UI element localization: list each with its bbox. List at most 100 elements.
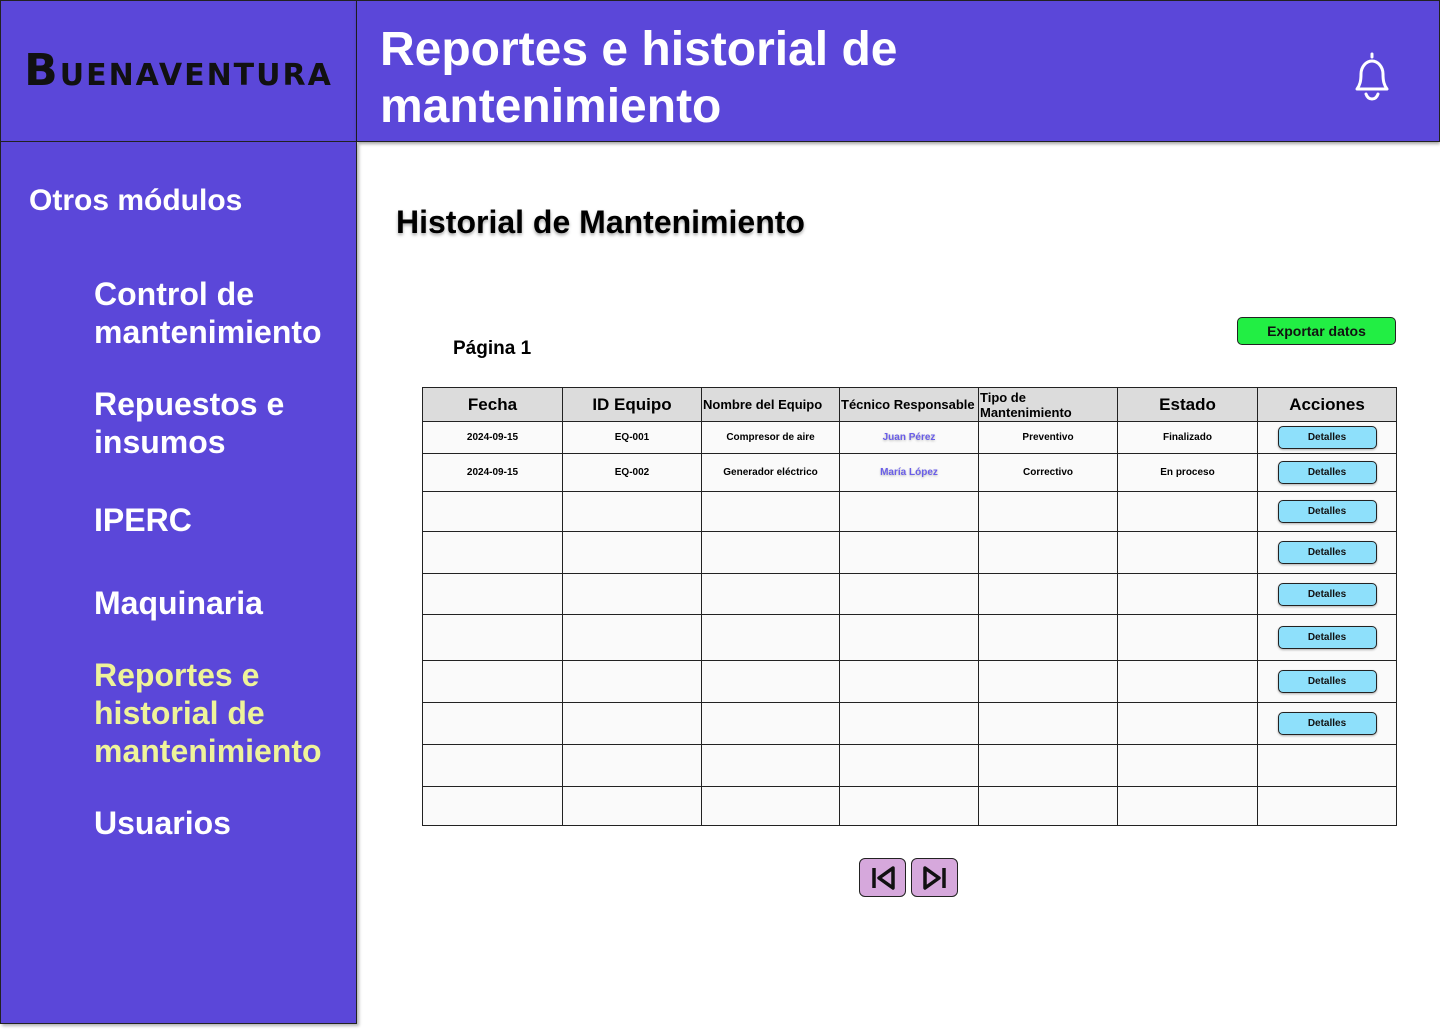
empty-cell xyxy=(978,702,1118,745)
empty-cell xyxy=(1117,702,1258,745)
empty-cell xyxy=(1117,786,1258,826)
cell-acciones: Detalles xyxy=(1257,660,1397,703)
column-header-tipo-mantenimiento: Tipo de Mantenimiento xyxy=(978,387,1118,422)
empty-cell xyxy=(1257,786,1397,826)
table-row: 2024-09-15 EQ-001 Compresor de aire Juan… xyxy=(422,421,1397,454)
cell-acciones: Detalles xyxy=(1257,453,1397,492)
empty-cell xyxy=(839,786,979,826)
sidebar-item-control-mantenimiento[interactable]: Control de mantenimiento xyxy=(94,275,344,351)
empty-cell xyxy=(422,660,563,703)
column-header-estado: Estado xyxy=(1117,387,1258,422)
empty-cell xyxy=(839,744,979,787)
empty-cell xyxy=(701,786,840,826)
empty-cell xyxy=(1117,744,1258,787)
details-button[interactable]: Detalles xyxy=(1277,582,1377,606)
table-row: Detalles xyxy=(422,614,1397,661)
empty-cell xyxy=(978,786,1118,826)
cell-estado: Finalizado xyxy=(1117,421,1258,454)
skip-last-icon xyxy=(922,865,946,890)
empty-cell xyxy=(978,531,1118,574)
sidebar-item-repuestos-insumos[interactable]: Repuestos e insumos xyxy=(94,385,344,461)
page-header-title: Reportes e historial de mantenimiento xyxy=(380,23,898,133)
empty-cell xyxy=(701,744,840,787)
logo-initial: B xyxy=(24,45,60,96)
brand-logo: BUENAVENTURA xyxy=(0,0,357,142)
empty-cell xyxy=(1117,573,1258,615)
empty-cell xyxy=(701,660,840,703)
empty-cell xyxy=(978,660,1118,703)
page-indicator: Página 1 xyxy=(453,338,532,359)
table-row xyxy=(422,786,1397,826)
sidebar-heading: Otros módulos xyxy=(29,184,243,217)
details-button[interactable]: Detalles xyxy=(1277,712,1377,735)
column-header-tecnico: Técnico Responsable xyxy=(839,387,979,422)
empty-cell xyxy=(562,573,702,615)
empty-cell xyxy=(422,573,563,615)
empty-cell xyxy=(562,702,702,745)
details-button[interactable]: Detalles xyxy=(1277,670,1377,693)
bell-icon[interactable] xyxy=(1349,51,1395,101)
sidebar-item-reportes-historial[interactable]: Reportes e historial de mantenimiento xyxy=(94,656,344,770)
cell-acciones: Detalles xyxy=(1257,531,1397,574)
empty-cell xyxy=(1117,614,1258,661)
cell-tecnico[interactable]: María López xyxy=(839,453,979,492)
table-row xyxy=(422,744,1397,787)
table-row: Detalles xyxy=(422,491,1397,532)
cell-nombre-equipo: Generador eléctrico xyxy=(701,453,840,492)
empty-cell xyxy=(562,531,702,574)
empty-cell xyxy=(1117,491,1258,532)
empty-cell xyxy=(562,491,702,532)
empty-cell xyxy=(422,702,563,745)
table-row: 2024-09-15 EQ-002 Generador eléctrico Ma… xyxy=(422,453,1397,492)
sidebar: Otros módulos Control de mantenimiento R… xyxy=(0,142,357,1024)
empty-cell xyxy=(422,531,563,574)
empty-cell xyxy=(562,660,702,703)
cell-acciones: Detalles xyxy=(1257,614,1397,661)
empty-cell xyxy=(701,491,840,532)
maintenance-table: Fecha ID Equipo Nombre del Equipo Técnic… xyxy=(422,387,1397,826)
empty-cell xyxy=(839,702,979,745)
empty-cell xyxy=(701,614,840,661)
empty-cell xyxy=(839,491,979,532)
empty-cell xyxy=(839,660,979,703)
empty-cell xyxy=(422,614,563,661)
table-row: Detalles xyxy=(422,531,1397,574)
empty-cell xyxy=(701,531,840,574)
logo-rest: UENAVENTURA xyxy=(59,58,333,93)
section-title: Historial de Mantenimiento xyxy=(396,204,805,240)
details-button[interactable]: Detalles xyxy=(1277,500,1377,523)
empty-cell xyxy=(839,573,979,615)
top-header: Reportes e historial de mantenimiento xyxy=(357,0,1440,142)
table-row: Detalles xyxy=(422,573,1397,615)
cell-tipo: Correctivo xyxy=(978,453,1118,492)
empty-cell xyxy=(839,614,979,661)
logo-text: BUENAVENTURA xyxy=(24,49,333,93)
empty-cell xyxy=(978,573,1118,615)
empty-cell xyxy=(978,744,1118,787)
sidebar-item-usuarios[interactable]: Usuarios xyxy=(94,804,344,842)
details-button[interactable]: Detalles xyxy=(1277,426,1377,449)
sidebar-item-iperc[interactable]: IPERC xyxy=(94,501,344,539)
cell-nombre-equipo: Compresor de aire xyxy=(701,421,840,454)
cell-tecnico[interactable]: Juan Pérez xyxy=(839,421,979,454)
cell-acciones: Detalles xyxy=(1257,573,1397,615)
empty-cell xyxy=(701,702,840,745)
cell-fecha: 2024-09-15 xyxy=(422,453,563,492)
empty-cell xyxy=(562,614,702,661)
last-page-button[interactable] xyxy=(911,858,958,897)
cell-fecha: 2024-09-15 xyxy=(422,421,563,454)
skip-first-icon xyxy=(871,865,895,890)
empty-cell xyxy=(562,786,702,826)
details-button[interactable]: Detalles xyxy=(1277,626,1377,649)
export-button[interactable]: Exportar datos xyxy=(1237,317,1396,345)
empty-cell xyxy=(422,491,563,532)
empty-cell xyxy=(839,531,979,574)
sidebar-item-maquinaria[interactable]: Maquinaria xyxy=(94,584,344,622)
column-header-id-equipo: ID Equipo xyxy=(562,387,702,422)
details-button[interactable]: Detalles xyxy=(1277,461,1377,484)
first-page-button[interactable] xyxy=(859,858,906,897)
cell-id-equipo: EQ-001 xyxy=(562,421,702,454)
empty-cell xyxy=(978,614,1118,661)
details-button[interactable]: Detalles xyxy=(1277,541,1377,564)
empty-cell xyxy=(978,491,1118,532)
